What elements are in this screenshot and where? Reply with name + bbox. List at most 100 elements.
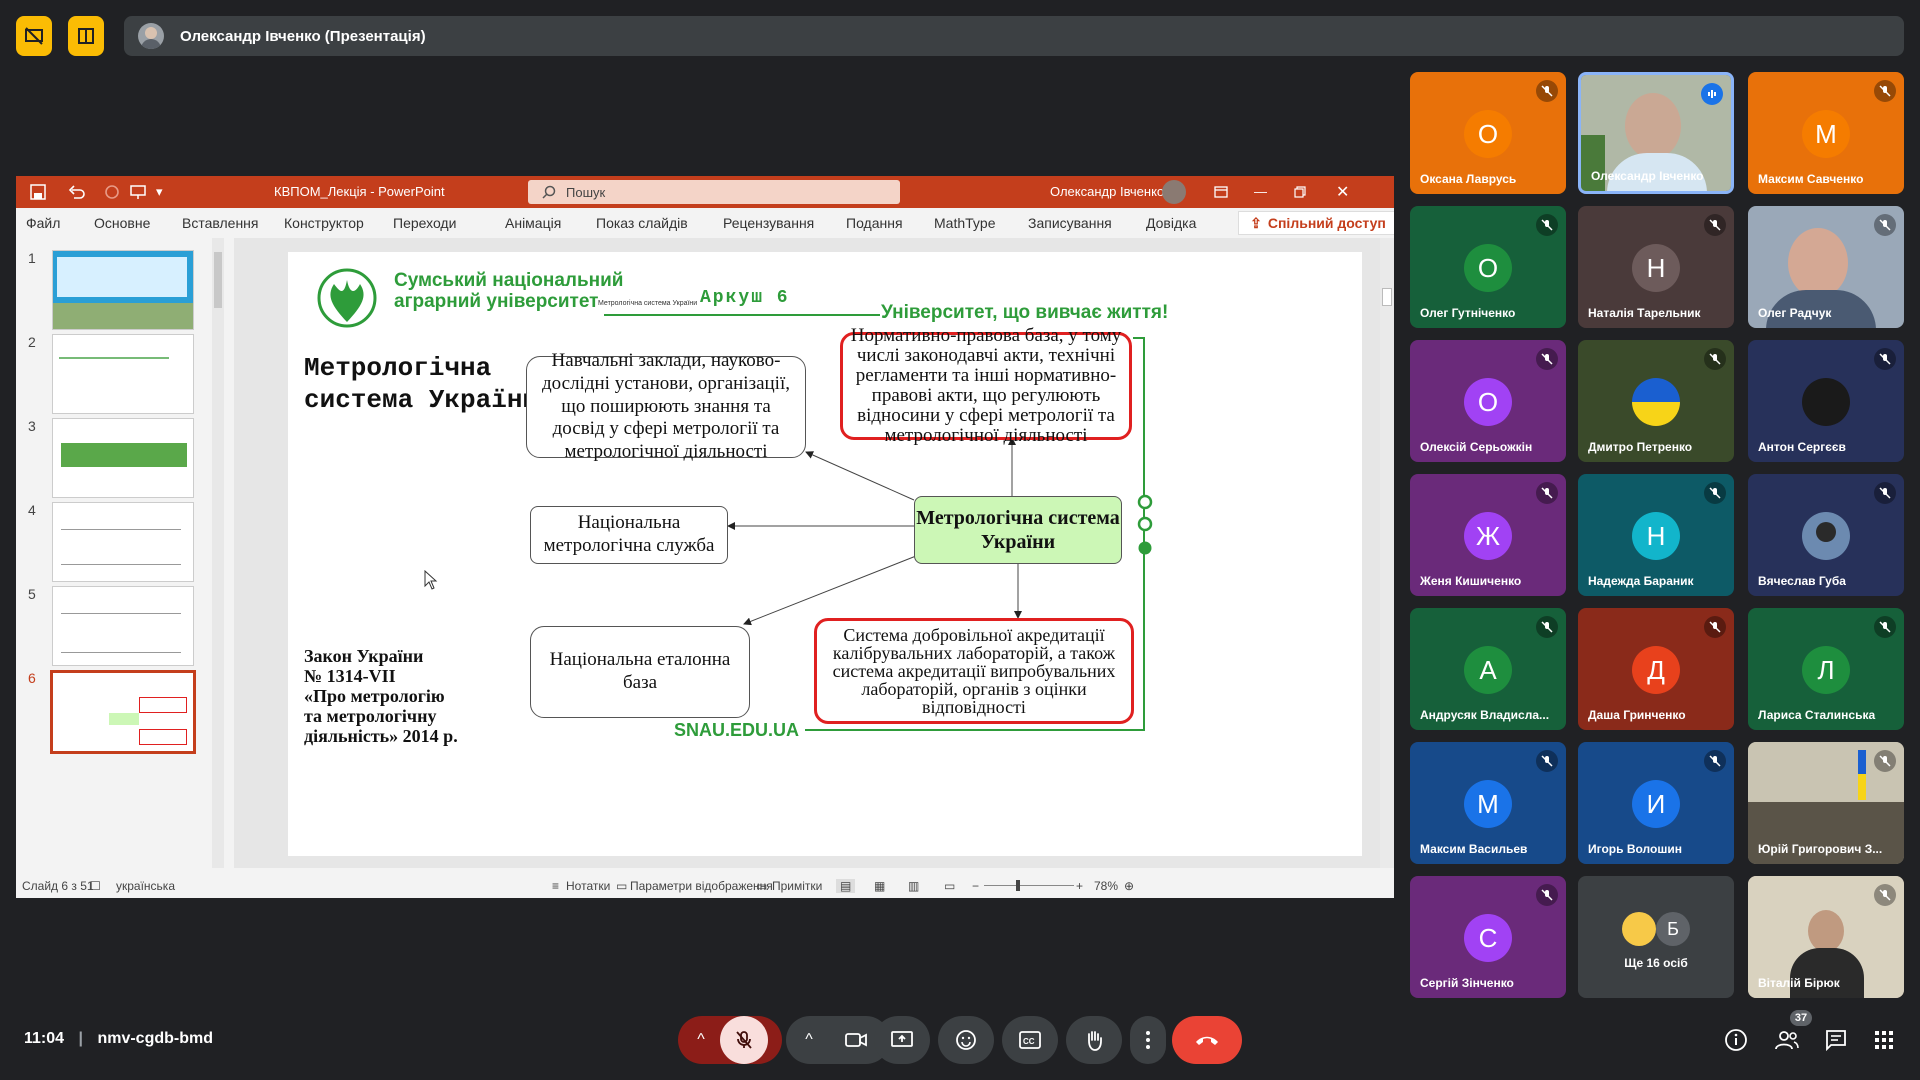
restore-icon[interactable] [1294,186,1306,198]
more-options-button[interactable] [1130,1016,1166,1064]
ribbon-display-icon[interactable] [1214,185,1228,199]
tab-recording[interactable]: Записування [1028,215,1112,231]
layout-button[interactable] [68,16,104,56]
participant-tile[interactable]: Юрій Григорович З... [1748,742,1904,864]
tab-animations[interactable]: Анімація [505,215,561,231]
participant-name: Дмитро Петренко [1588,440,1693,454]
activities-button[interactable] [1874,1030,1894,1055]
participant-tile[interactable]: О Олексій Серьожкін [1410,340,1566,462]
mic-off-icon [1874,80,1896,102]
tab-view[interactable]: Подання [846,215,903,231]
mic-off-icon [1536,80,1558,102]
people-button[interactable] [1774,1028,1800,1057]
divider: | [78,1030,83,1047]
participant-avatar: М [1802,110,1850,158]
mic-off-icon [1536,482,1558,504]
captions-button[interactable]: CC [1002,1016,1058,1064]
reading-view-icon[interactable]: ▥ [908,879,919,893]
thumbnail-slide-4[interactable] [52,502,194,582]
notes-icon: ≡ [552,879,560,893]
participant-tile[interactable]: С Сергій Зінченко [1410,876,1566,998]
participant-tile[interactable]: М Максим Савченко [1748,72,1904,194]
redo-icon[interactable] [104,184,120,200]
participant-tile[interactable]: И Игорь Волошин [1578,742,1734,864]
participant-tile[interactable]: М Максим Васильев [1410,742,1566,864]
participant-avatar [1622,912,1656,946]
thumbnail-slide-5[interactable] [52,586,194,666]
tab-review[interactable]: Рецензування [723,215,814,231]
tab-help[interactable]: Довідка [1146,215,1196,231]
participant-tile[interactable]: Олег Радчук [1748,206,1904,328]
law-line2: № 1314-VII [304,666,396,686]
participant-tile[interactable]: Ж Женя Кишиченко [1410,474,1566,596]
share-button[interactable]: ⇪ Спільний доступ [1238,211,1394,235]
more-participants-tile[interactable]: Б Ще 16 осіб [1578,876,1734,998]
tab-design[interactable]: Конструктор [284,215,364,231]
participant-avatar: С [1464,914,1512,962]
leave-call-button[interactable] [1172,1016,1242,1064]
status-language[interactable]: українська [116,879,175,893]
participant-tile[interactable]: Л Лариса Сталинська [1748,608,1904,730]
camera-button[interactable] [832,1016,880,1064]
minimize-icon[interactable]: — [1254,184,1267,199]
microphone-button[interactable] [720,1016,768,1064]
close-icon[interactable]: ✕ [1336,182,1349,202]
participant-tile-active-speaker[interactable]: Олександр Івченко [1578,72,1734,194]
status-comments-button[interactable]: Примітки [772,879,822,893]
thumbnail-scrollbar[interactable] [212,238,224,868]
participant-tile[interactable]: А Андрусяк Владисла... [1410,608,1566,730]
ppt-user-avatar[interactable] [1162,180,1186,204]
slideshow-view-icon[interactable]: ▭ [944,879,955,893]
participant-tile[interactable]: Антон Сергєєв [1748,340,1904,462]
status-display-settings-button[interactable]: Параметри відображення [630,879,773,893]
present-icon[interactable] [130,184,146,200]
zoom-out-icon[interactable]: − [972,879,979,893]
save-icon[interactable] [30,184,46,200]
tab-home[interactable]: Основне [94,215,150,231]
participant-name: Олег Радчук [1758,306,1832,320]
chat-button[interactable] [1824,1028,1848,1057]
participant-tile[interactable]: Н Надежда Бараник [1578,474,1734,596]
zoom-level[interactable]: 78% [1094,879,1118,893]
tab-transitions[interactable]: Переходи [393,215,456,231]
participant-tile[interactable]: Дмитро Петренко [1578,340,1734,462]
undo-icon[interactable] [68,184,86,200]
presentation-icon-button[interactable] [16,16,52,56]
slide-editing-area: Сумський національний аграрний університ… [234,238,1394,868]
normal-view-icon[interactable]: ▤ [836,879,856,893]
tab-mathtype[interactable]: MathType [934,215,995,231]
participant-name: Олександр Івченко [1591,169,1704,183]
present-screen-button[interactable] [874,1016,930,1064]
zoom-in-icon[interactable]: + [1076,879,1083,893]
thumbnail-slide-2[interactable] [52,334,194,414]
video-options-chevron-icon[interactable]: ^ [786,1016,832,1064]
audio-options-chevron-icon[interactable]: ^ [678,1016,724,1064]
accessibility-icon[interactable]: ☐ [90,879,101,893]
quick-access-more-icon[interactable]: ▾ [156,184,163,200]
ppt-search-input[interactable]: Пошук [528,180,900,204]
participant-name: Лариса Сталинська [1758,708,1876,722]
participant-tile[interactable]: Д Даша Гринченко [1578,608,1734,730]
participant-tile[interactable]: О Оксана Лаврусь [1410,72,1566,194]
fit-slide-icon[interactable]: ⊕ [1124,879,1134,893]
thumbnail-slide-3[interactable] [52,418,194,498]
thumbnail-slide-6[interactable] [50,670,196,754]
participant-tile[interactable]: Н Наталія Тарельник [1578,206,1734,328]
participant-tile[interactable]: Вячеслав Губа [1748,474,1904,596]
tab-slideshow[interactable]: Показ слайдів [596,215,688,231]
meeting-info-button[interactable] [1724,1028,1748,1057]
mic-off-icon [1536,750,1558,772]
slide-scrollbar[interactable] [1380,238,1394,868]
law-line4: та метрологічну [304,706,437,726]
tab-file[interactable]: Файл [26,215,60,231]
raise-hand-button[interactable] [1066,1016,1122,1064]
tab-insert[interactable]: Вставлення [182,215,259,231]
participant-avatar: О [1464,378,1512,426]
status-notes-button[interactable]: Нотатки [566,879,610,893]
thumbnail-slide-1[interactable] [52,250,194,330]
slide-sorter-icon[interactable]: ▦ [874,879,885,893]
zoom-slider[interactable] [984,880,1074,891]
reactions-button[interactable] [938,1016,994,1064]
participant-tile[interactable]: Віталій Бірюк [1748,876,1904,998]
participant-tile[interactable]: О Олег Гутніченко [1410,206,1566,328]
